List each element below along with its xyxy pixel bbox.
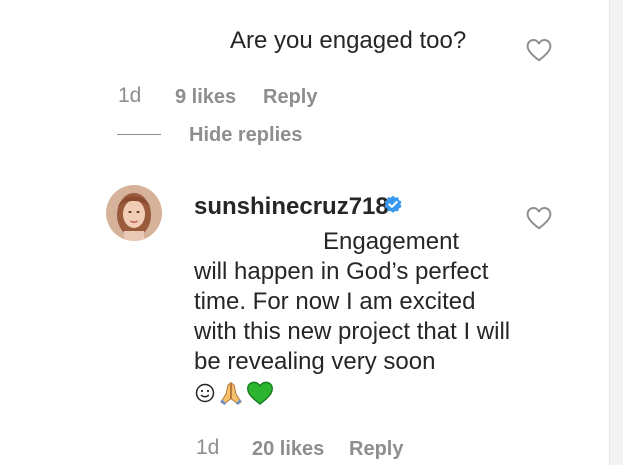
reply-reply-button[interactable]: Reply: [349, 438, 403, 461]
folded-hands-icon: [218, 380, 244, 411]
reply-timestamp: 1d: [196, 436, 220, 459]
comment-reply-button[interactable]: Reply: [263, 86, 317, 109]
like-heart-icon[interactable]: [526, 38, 552, 62]
comment-text: Are you engaged too?: [230, 27, 467, 54]
comment-likes-link[interactable]: 9 likes: [175, 86, 236, 109]
reply-like-heart-icon[interactable]: [526, 206, 552, 230]
reply-likes-link[interactable]: 20 likes: [252, 438, 324, 461]
reply-text: Engagement will happen in God’s perfect …: [194, 227, 514, 377]
reply-text-body: will happen in God’s perfect time. For n…: [194, 258, 511, 375]
reply-username[interactable]: sunshinecruz718: [194, 193, 389, 221]
reply-text-line1: Engagement: [323, 228, 460, 255]
window-edge: [609, 0, 623, 465]
green-heart-icon: [246, 380, 274, 411]
smiling-face-icon: [194, 382, 216, 409]
replies-divider: [117, 134, 161, 135]
avatar[interactable]: [106, 185, 162, 241]
reply-emojis: [194, 380, 274, 411]
hide-replies-button[interactable]: Hide replies: [189, 124, 302, 147]
comment-timestamp: 1d: [118, 84, 142, 107]
verified-badge-icon: [383, 195, 403, 215]
